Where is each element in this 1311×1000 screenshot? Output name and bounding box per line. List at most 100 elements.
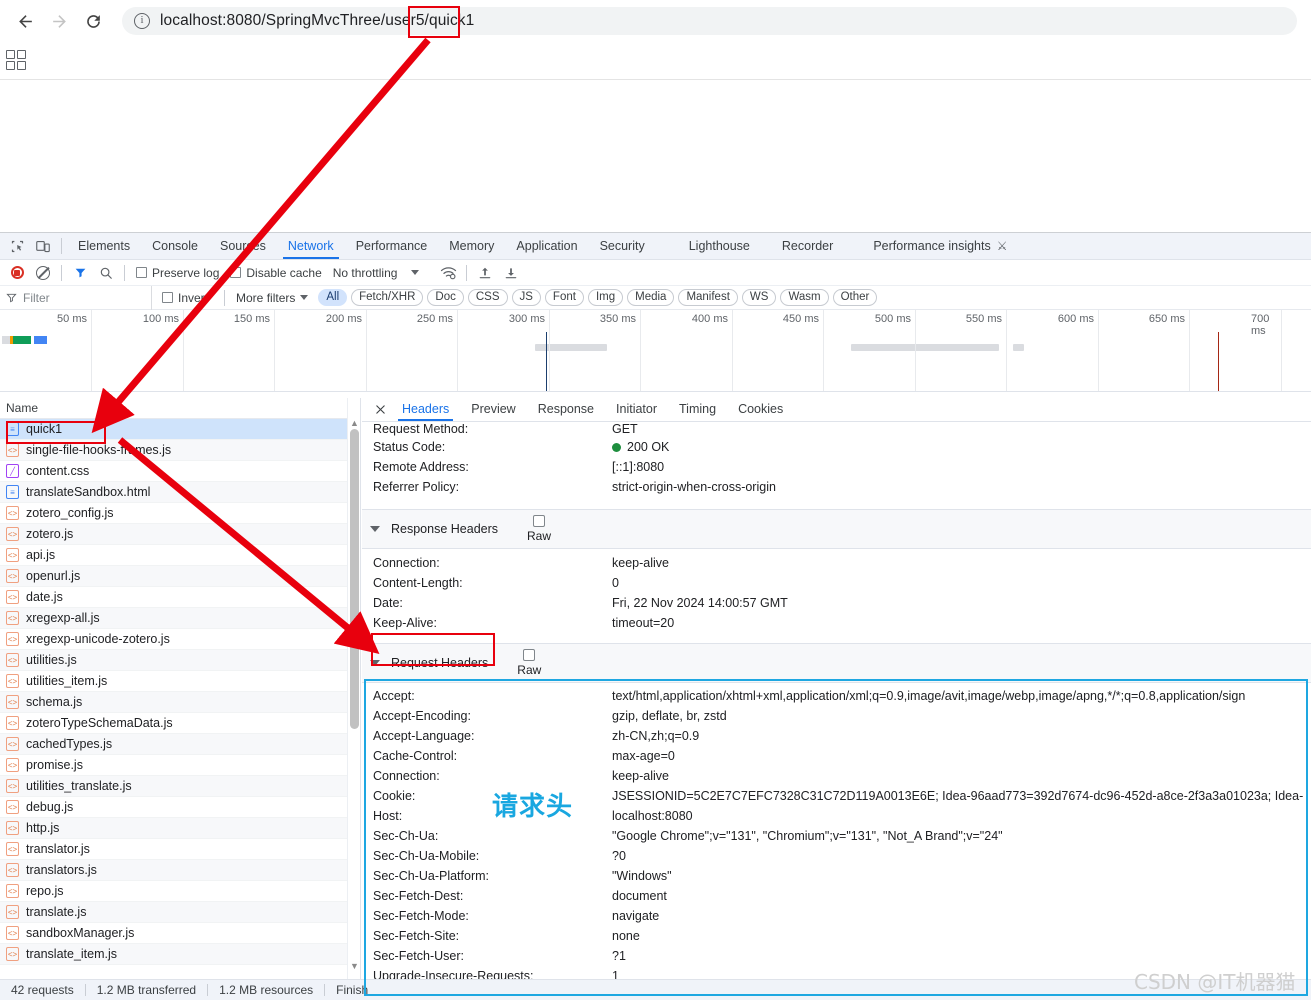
details-tab-initiator[interactable]: Initiator	[606, 399, 667, 420]
type-chip-css[interactable]: CSS	[467, 289, 508, 306]
type-chip-manifest[interactable]: Manifest	[678, 289, 738, 306]
throttling-select[interactable]: No throttling	[333, 266, 398, 280]
request-list-item[interactable]: <> sandboxManager.js	[0, 923, 360, 944]
details-tab-timing[interactable]: Timing	[669, 399, 726, 420]
request-list-item[interactable]: <> zotero_config.js	[0, 503, 360, 524]
wifi-settings-icon[interactable]	[435, 261, 461, 285]
site-info-icon[interactable]: i	[134, 13, 150, 29]
more-filters-button[interactable]: More filters	[236, 291, 295, 305]
tab-network[interactable]: Network	[277, 235, 345, 259]
raw-checkbox[interactable]	[523, 649, 536, 661]
search-input[interactable]: Filter	[0, 285, 152, 310]
overview-tick	[183, 310, 184, 391]
tab-recorder[interactable]: Recorder	[771, 235, 844, 258]
tab-memory[interactable]: Memory	[438, 235, 505, 258]
response-headers-section-header[interactable]: Response Headers Raw	[362, 509, 1311, 549]
back-icon[interactable]	[8, 4, 42, 38]
raw-checkbox[interactable]	[533, 515, 546, 527]
request-list-item[interactable]: <> cachedTypes.js	[0, 734, 360, 755]
request-list-item[interactable]: <> utilities_item.js	[0, 671, 360, 692]
details-tab-preview[interactable]: Preview	[461, 399, 525, 420]
requests-list[interactable]: ≡ quick1 <> single-file-hooks-frames.js ╱ con…	[0, 419, 360, 965]
clear-no-entry-icon[interactable]	[30, 261, 56, 285]
close-icon[interactable]	[370, 398, 390, 422]
chevron-down-icon[interactable]	[300, 295, 309, 300]
request-list-item[interactable]: <> promise.js	[0, 755, 360, 776]
preserve-log-checkbox[interactable]	[136, 267, 147, 278]
forward-icon[interactable]	[42, 4, 76, 38]
request-list-item[interactable]: <> date.js	[0, 587, 360, 608]
request-list-item[interactable]: <> xregexp-unicode-zotero.js	[0, 629, 360, 650]
request-list-item[interactable]: ≡ translateSandbox.html	[0, 482, 360, 503]
request-header-row: Sec-Ch-Ua-Mobile: ?0	[362, 846, 1311, 866]
triangle-down-icon[interactable]	[370, 526, 380, 532]
request-list-item[interactable]: <> api.js	[0, 545, 360, 566]
raw-toggle[interactable]: Raw	[527, 515, 551, 543]
type-chip-all[interactable]: All	[318, 289, 348, 306]
request-list-item[interactable]: <> single-file-hooks-frames.js	[0, 440, 360, 461]
tab-performance[interactable]: Performance	[345, 235, 439, 258]
type-chip-img[interactable]: Img	[587, 289, 624, 306]
upload-icon[interactable]	[472, 261, 498, 285]
request-list-item[interactable]: <> debug.js	[0, 797, 360, 818]
tab-application[interactable]: Application	[505, 235, 588, 258]
reload-icon[interactable]	[76, 4, 110, 38]
raw-toggle[interactable]: Raw	[517, 649, 541, 677]
request-list-item[interactable]: <> translate_item.js	[0, 944, 360, 965]
tab-security[interactable]: Security	[589, 235, 656, 258]
tab-elements[interactable]: Elements	[67, 235, 141, 258]
type-chip-doc[interactable]: Doc	[427, 289, 464, 306]
request-list-item[interactable]: <> utilities.js	[0, 650, 360, 671]
filter-funnel-icon[interactable]	[67, 261, 93, 285]
type-chip-font[interactable]: Font	[544, 289, 584, 306]
chevron-up-icon[interactable]: ▲	[348, 416, 360, 429]
network-split-view: Name ≡ quick1 <> single-file-hooks-frames.j…	[0, 398, 1311, 980]
type-chip-other[interactable]: Other	[832, 289, 878, 306]
type-chip-wasm[interactable]: Wasm	[780, 289, 829, 306]
download-icon[interactable]	[498, 261, 524, 285]
tab-sources[interactable]: Sources	[209, 235, 277, 258]
overview-tick-label: 150 ms	[233, 313, 270, 325]
invert-checkbox[interactable]	[162, 292, 173, 303]
search-icon[interactable]	[93, 261, 119, 285]
request-list-item[interactable]: <> http.js	[0, 818, 360, 839]
scrollbar-thumb[interactable]	[350, 429, 359, 729]
record-stop-icon[interactable]	[4, 261, 30, 285]
request-list-item[interactable]: <> zotero.js	[0, 524, 360, 545]
request-list-item[interactable]: <> xregexp-all.js	[0, 608, 360, 629]
request-list-item[interactable]: <> translate.js	[0, 902, 360, 923]
tab-lighthouse[interactable]: Lighthouse	[678, 235, 761, 258]
details-tab-headers[interactable]: Headers	[392, 399, 459, 421]
type-chip-ws[interactable]: WS	[741, 289, 777, 306]
tab-console[interactable]: Console	[141, 235, 209, 258]
request-list-item[interactable]: <> schema.js	[0, 692, 360, 713]
inspect-element-icon[interactable]	[4, 234, 30, 258]
type-chip-media[interactable]: Media	[627, 289, 675, 306]
request-headers-section-header[interactable]: Request Headers Raw	[362, 643, 1311, 683]
request-list-item[interactable]: <> zoteroTypeSchemaData.js	[0, 713, 360, 734]
request-list-item[interactable]: ╱ content.css	[0, 461, 360, 482]
request-list-item[interactable]: <> translator.js	[0, 839, 360, 860]
js-file-icon: <>	[6, 674, 19, 688]
request-list-item[interactable]: <> repo.js	[0, 881, 360, 902]
chevron-down-icon[interactable]: ▼	[348, 959, 360, 972]
request-list-item[interactable]: <> translators.js	[0, 860, 360, 881]
overview-tick	[915, 310, 916, 391]
network-overview-timeline[interactable]: 50 ms 100 ms 150 ms 200 ms 250 ms 300 ms 350 m…	[0, 310, 1311, 392]
request-list-item[interactable]: ≡ quick1	[0, 419, 360, 440]
details-tab-response[interactable]: Response	[528, 399, 604, 420]
request-list-item[interactable]: <> utilities_translate.js	[0, 776, 360, 797]
type-chip-fetch-xhr[interactable]: Fetch/XHR	[351, 289, 424, 306]
tab-performance-insights[interactable]: Performance insights ⚔	[862, 235, 1018, 258]
apps-grid-icon[interactable]	[6, 49, 28, 72]
triangle-down-icon[interactable]	[370, 660, 380, 666]
chevron-down-icon[interactable]	[411, 270, 420, 275]
disable-cache-checkbox[interactable]	[230, 267, 242, 278]
annotation-note-request-headers: 请求头	[492, 792, 574, 822]
type-chip-js[interactable]: JS	[511, 289, 541, 306]
address-bar[interactable]: i localhost:8080/SpringMvcThree/user5/qu…	[122, 7, 1297, 35]
device-toolbar-icon[interactable]	[30, 234, 56, 258]
requests-list-scrollbar[interactable]: ▲ ▼	[347, 398, 360, 980]
request-list-item[interactable]: <> openurl.js	[0, 566, 360, 587]
details-tab-cookies[interactable]: Cookies	[728, 399, 793, 420]
